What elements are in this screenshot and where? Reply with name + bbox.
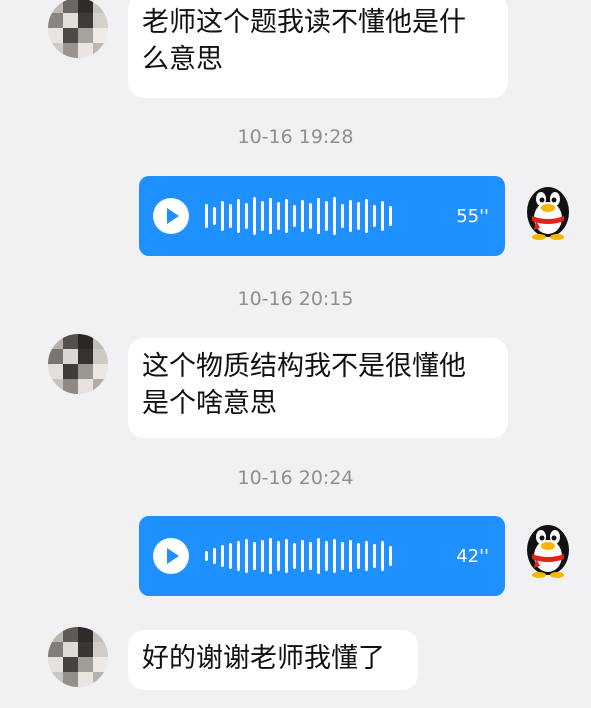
voice-duration: 42'' (456, 545, 489, 567)
play-icon[interactable] (153, 538, 189, 574)
voice-duration: 55'' (456, 205, 489, 227)
incoming-message-bubble[interactable]: 老师这个题我读不懂他是什 么意思 (128, 0, 508, 98)
timestamp: 10-16 20:15 (237, 288, 354, 310)
message-text-line: 是个啥意思 (142, 388, 277, 419)
message-text-line: 老师这个题我读不懂他是什 (142, 7, 466, 38)
play-icon[interactable] (153, 198, 189, 234)
qq-penguin-icon[interactable] (522, 518, 574, 578)
qq-penguin-icon[interactable] (522, 180, 574, 240)
incoming-message-bubble[interactable]: 这个物质结构我不是很懂他 是个啥意思 (128, 338, 508, 438)
message-text-line: 么意思 (142, 44, 223, 75)
waveform-icon (205, 196, 392, 236)
timestamp: 10-16 20:24 (237, 467, 354, 489)
voice-message-bubble[interactable]: 55'' (139, 176, 505, 256)
incoming-message-bubble[interactable]: 好的谢谢老师我懂了 (128, 630, 418, 690)
sender-avatar[interactable] (48, 627, 108, 687)
message-text-line: 好的谢谢老师我懂了 (142, 643, 385, 674)
waveform-icon (205, 536, 392, 576)
message-text-line: 这个物质结构我不是很懂他 (142, 351, 466, 382)
sender-avatar[interactable] (48, 334, 108, 394)
timestamp: 10-16 19:28 (237, 126, 354, 148)
voice-message-bubble[interactable]: 42'' (139, 516, 505, 596)
sender-avatar[interactable] (48, 0, 108, 58)
